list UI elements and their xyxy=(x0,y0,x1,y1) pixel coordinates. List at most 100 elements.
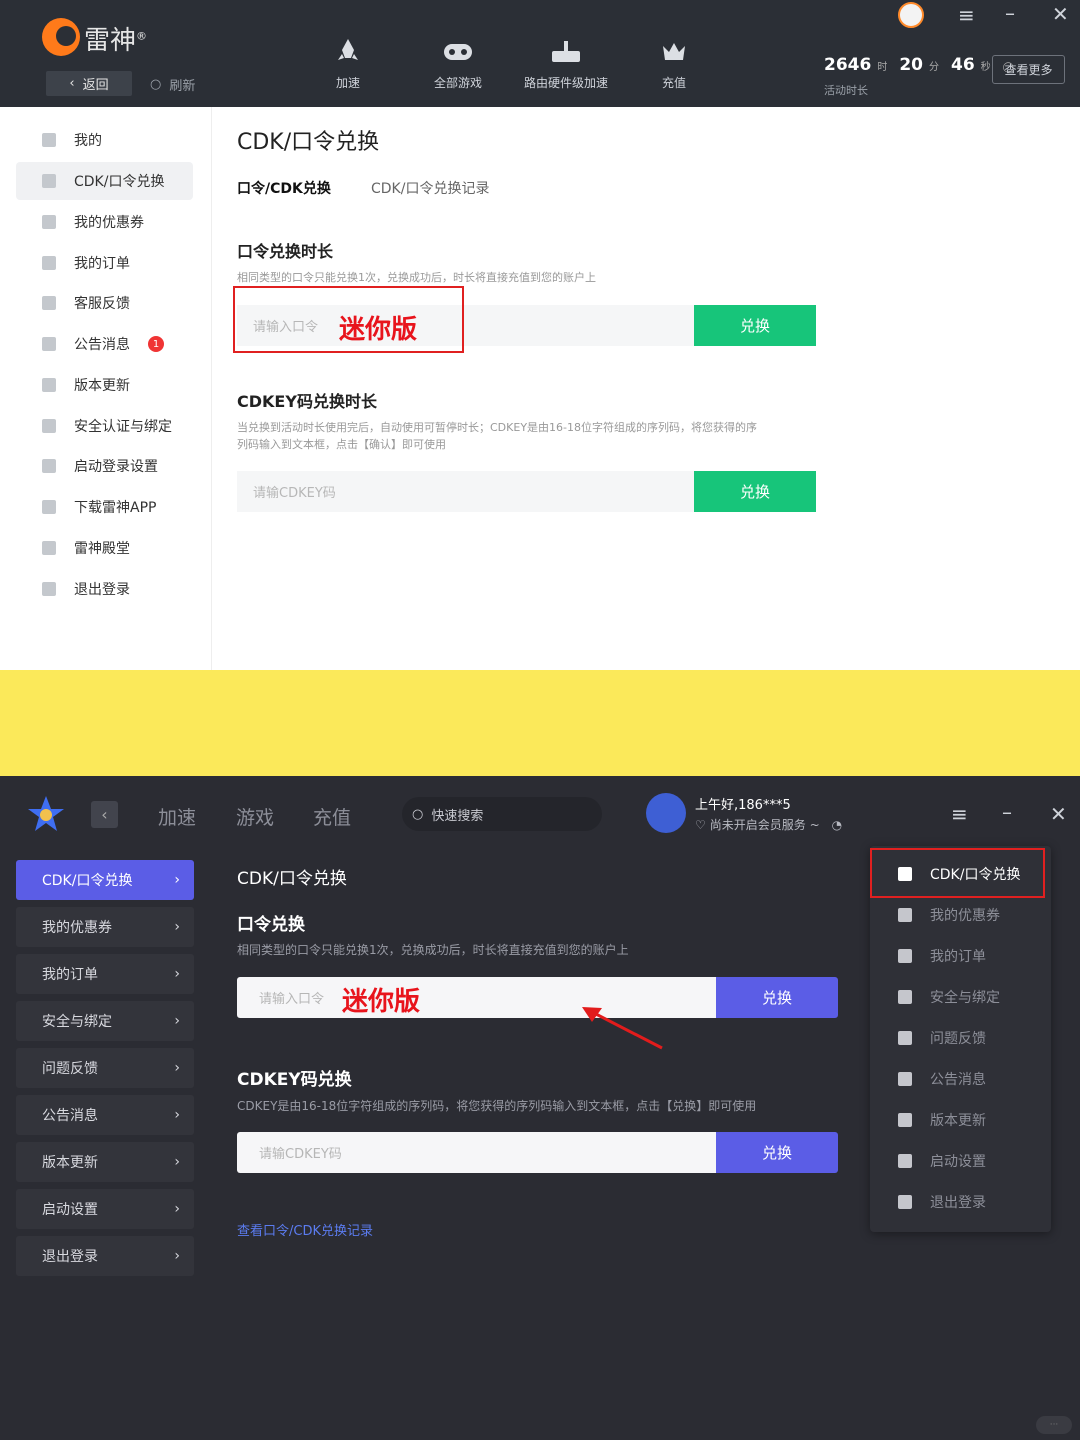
refresh-label: 刷新 xyxy=(169,79,196,94)
refresh-icon[interactable]: ◔ xyxy=(832,818,842,832)
menu-icon[interactable]: ≡ xyxy=(951,804,968,824)
chevron-right-icon: › xyxy=(174,1154,180,1170)
dropdown-item-label: 安全与绑定 xyxy=(930,990,1000,1006)
sidebar-item-label: 版本更新 xyxy=(42,1155,98,1171)
chevron-right-icon: › xyxy=(174,1248,180,1264)
sidebar-item-notices[interactable]: 公告消息 1 xyxy=(16,325,193,363)
code-section-desc: 相同类型的口令只能兑换1次，兑换成功后，时长将直接充值到您的账户上 xyxy=(237,943,629,957)
sidebar-item-cdk[interactable]: CDK/口令兑换 xyxy=(16,162,193,200)
update-icon xyxy=(42,378,56,392)
leishen-logo-icon xyxy=(42,18,80,56)
cdkey-input[interactable]: 请输CDKEY码 xyxy=(237,1132,716,1173)
activity-label: 活动时长 xyxy=(824,84,868,97)
sidebar-item-updates[interactable]: 版本更新 › xyxy=(16,1142,194,1182)
cdkey-desc-line2: 列码输入到文本框，点击【确认】即可使用 xyxy=(237,438,446,451)
cdkey-input[interactable]: 请输CDKEY码 xyxy=(237,471,694,512)
back-button[interactable]: ‹ xyxy=(91,801,118,828)
sidebar-item-logout[interactable]: 退出登录 xyxy=(16,570,193,608)
sidebar-item-orders[interactable]: 我的订单 › xyxy=(16,954,194,994)
code-redeem-button[interactable]: 兑换 xyxy=(716,977,838,1018)
sidebar-item-hall[interactable]: 雷神殿堂 xyxy=(16,529,193,567)
speaker-icon xyxy=(898,1072,912,1086)
shield-icon xyxy=(898,990,912,1004)
nav-recharge[interactable]: 充值 xyxy=(660,38,688,91)
separator-strip xyxy=(0,670,1080,776)
refresh-button[interactable]: ○ 刷新 xyxy=(150,75,195,94)
user-card-icon xyxy=(42,133,56,147)
code-redeem-button[interactable]: 兑换 xyxy=(694,305,816,346)
vip-status[interactable]: ♡ 尚未开启会员服务 ~ ◔ xyxy=(695,816,842,833)
user-avatar[interactable] xyxy=(646,793,686,833)
dropdown-item-orders[interactable]: 我的订单 xyxy=(870,936,1051,976)
dropdown-item-updates[interactable]: 版本更新 xyxy=(870,1100,1051,1140)
seconds-unit: 秒 xyxy=(980,62,991,73)
close-icon[interactable]: ✕ xyxy=(1050,804,1067,824)
nav-all-games[interactable]: 全部游戏 xyxy=(434,38,482,91)
sidebar-item-label: 我的订单 xyxy=(42,967,98,983)
dropdown-item-logout[interactable]: 退出登录 xyxy=(870,1182,1051,1222)
sidebar-item-notices[interactable]: 公告消息 › xyxy=(16,1095,194,1135)
gift-icon xyxy=(42,174,56,188)
minimize-icon[interactable]: – xyxy=(1002,802,1012,822)
redeem-history-link[interactable]: 查看口令/CDK兑换记录 xyxy=(237,1220,373,1239)
dropdown-item-security[interactable]: 安全与绑定 xyxy=(870,977,1051,1017)
nav-games[interactable]: 游戏 xyxy=(236,803,274,830)
back-button[interactable]: ‹ 返回 xyxy=(46,71,132,96)
close-icon[interactable]: ✕ xyxy=(1052,4,1069,24)
star-logo-icon xyxy=(28,796,64,831)
user-avatar[interactable] xyxy=(898,2,924,28)
sidebar-item-label: 版本更新 xyxy=(74,378,130,394)
sidebar-item-label: CDK/口令兑换 xyxy=(42,873,133,889)
menu-icon[interactable]: ≡ xyxy=(958,5,975,25)
nav-router-boost[interactable]: 路由硬件级加速 xyxy=(524,38,608,91)
nav-recharge[interactable]: 充值 xyxy=(313,803,351,830)
rocket-icon xyxy=(338,39,358,60)
sidebar-item-security[interactable]: 安全与绑定 › xyxy=(16,1001,194,1041)
top-sidebar: 我的 CDK/口令兑换 我的优惠券 我的订单 客服反馈 公告消息 1 版本更新 安… xyxy=(0,107,212,670)
sidebar-item-label: 客服反馈 xyxy=(74,296,130,312)
nav-all-games-label: 全部游戏 xyxy=(434,76,483,90)
cdkey-section-title: CDKEY码兑换 xyxy=(237,1070,352,1090)
nav-boost-label: 加速 xyxy=(335,76,360,90)
code-section-desc: 相同类型的口令只能兑换1次，兑换成功后，时长将直接充值到您的账户上 xyxy=(237,271,596,284)
nav-router-label: 路由硬件级加速 xyxy=(524,76,609,90)
cdkey-redeem-button[interactable]: 兑换 xyxy=(694,471,816,512)
minimize-icon[interactable]: – xyxy=(1005,3,1015,23)
dropdown-item-feedback[interactable]: 问题反馈 xyxy=(870,1018,1051,1058)
hours-unit: 时 xyxy=(877,62,888,73)
gamepad-icon xyxy=(444,44,472,60)
sidebar-item-startup[interactable]: 启动设置 › xyxy=(16,1189,194,1229)
cdkey-section-desc: CDKEY是由16-18位字符组成的序列码，将您获得的序列码输入到文本框，点击【… xyxy=(237,1099,757,1113)
sidebar-item-feedback[interactable]: 问题反馈 › xyxy=(16,1048,194,1088)
tab-redeem-history[interactable]: CDK/口令兑换记录 xyxy=(371,178,489,198)
sidebar-item-coupons[interactable]: 我的优惠券 › xyxy=(16,907,194,947)
dropdown-item-label: 启动设置 xyxy=(930,1154,986,1170)
nav-boost[interactable]: 加速 xyxy=(158,803,196,830)
dropdown-item-startup[interactable]: 启动设置 xyxy=(870,1141,1051,1181)
sidebar-item-startup[interactable]: 启动登录设置 xyxy=(16,447,193,485)
sidebar-item-mine[interactable]: 我的 xyxy=(16,121,193,159)
sidebar-item-label: 问题反馈 xyxy=(42,1061,98,1077)
sidebar-item-label: 公告消息 xyxy=(74,337,130,353)
sidebar-item-cdk[interactable]: CDK/口令兑换 › xyxy=(16,860,194,900)
sidebar-item-feedback[interactable]: 客服反馈 xyxy=(16,284,193,322)
dropdown-item-label: 我的优惠券 xyxy=(930,908,1000,924)
nav-boost[interactable]: 加速 xyxy=(334,38,362,91)
sidebar-item-download-app[interactable]: 下载雷神APP xyxy=(16,488,193,526)
sidebar-item-label: 退出登录 xyxy=(42,1249,98,1265)
gear-icon xyxy=(42,459,56,473)
chevron-left-icon: ‹ xyxy=(101,805,108,824)
sidebar-item-updates[interactable]: 版本更新 xyxy=(16,366,193,404)
view-more-button[interactable]: 查看更多 xyxy=(992,55,1065,84)
sidebar-item-logout[interactable]: 退出登录 › xyxy=(16,1236,194,1276)
sidebar-item-security[interactable]: 安全认证与绑定 xyxy=(16,407,193,445)
sidebar-item-coupons[interactable]: 我的优惠券 xyxy=(16,203,193,241)
search-input[interactable]: ○ 快速搜索 xyxy=(402,797,602,831)
tab-redeem[interactable]: 口令/CDK兑换 xyxy=(237,178,331,198)
cdkey-redeem-button[interactable]: 兑换 xyxy=(716,1132,838,1173)
speaker-icon xyxy=(42,337,56,351)
sidebar-item-orders[interactable]: 我的订单 xyxy=(16,244,193,282)
dropdown-item-coupons[interactable]: 我的优惠券 xyxy=(870,895,1051,935)
chevron-right-icon: › xyxy=(174,1060,180,1076)
dropdown-item-notices[interactable]: 公告消息 xyxy=(870,1059,1051,1099)
